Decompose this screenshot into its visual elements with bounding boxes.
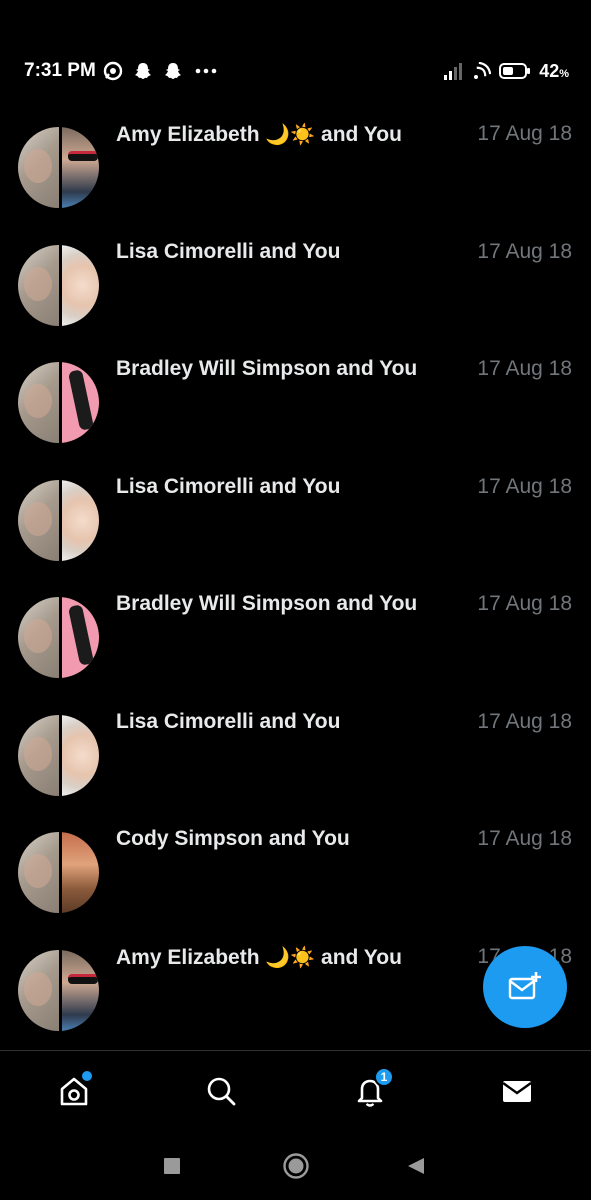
- nav-home[interactable]: [54, 1071, 94, 1111]
- group-avatar: [18, 244, 99, 326]
- conversation-name-emoji: 🌙☀️: [265, 122, 316, 146]
- home-new-dot: [82, 1071, 92, 1081]
- conversation-date: 17 Aug 18: [477, 709, 572, 733]
- conversation-row[interactable]: Bradley Will Simpson and You 17 Aug 18: [0, 345, 591, 463]
- nav-messages[interactable]: [497, 1071, 537, 1111]
- battery-percent-value: 42: [539, 60, 560, 81]
- conversation-date: 17 Aug 18: [477, 827, 572, 850]
- recents-icon: [164, 1158, 180, 1174]
- conversation-row[interactable]: Lisa Cimorelli and You 17 Aug 18: [0, 463, 591, 581]
- group-avatar: [18, 597, 99, 678]
- home-system-button[interactable]: [282, 1152, 310, 1180]
- conversation-date: 17 Aug 18: [477, 357, 572, 380]
- conversation-name-suffix: and You: [315, 945, 402, 969]
- conversation-date: 17 Aug 18: [477, 592, 572, 615]
- group-avatar: [18, 127, 99, 208]
- conversation-date: 17 Aug 18: [477, 474, 572, 498]
- new-message-icon: [508, 972, 541, 1000]
- nav-notifications[interactable]: 1: [350, 1067, 394, 1111]
- conversation-name: Bradley Will Simpson and You: [116, 357, 418, 380]
- battery-icon: [499, 63, 531, 79]
- notifications-badge: 1: [374, 1067, 394, 1087]
- conversation-name: Lisa Cimorelli and You: [116, 239, 341, 263]
- status-notification-icons: [103, 60, 219, 82]
- conversation-row[interactable]: Lisa Cimorelli and You 17 Aug 18: [0, 698, 591, 816]
- conversation-row[interactable]: Bradley Will Simpson and You 17 Aug 18: [0, 580, 591, 698]
- status-bar: 7:31 PM 42%: [0, 0, 591, 100]
- conversation-name-suffix: and You: [315, 123, 402, 146]
- bottom-nav: 1: [0, 1050, 591, 1135]
- snapchat-icon: [135, 63, 151, 79]
- conversation-date: 17 Aug 18: [477, 239, 572, 263]
- wifi-icon: [474, 62, 492, 79]
- conversation-name: Lisa Cimorelli and You: [116, 709, 341, 733]
- signal-icon: [444, 63, 463, 80]
- snapchat-icon: [165, 63, 181, 79]
- conversation-name: Cody Simpson and You: [116, 827, 350, 850]
- conversation-row[interactable]: Lisa Cimorelli and You 17 Aug 18: [0, 228, 591, 346]
- conversation-row[interactable]: Cody Simpson and You 17 Aug 18: [0, 815, 591, 933]
- back-icon: [408, 1158, 424, 1174]
- group-avatar: [18, 949, 99, 1031]
- conversation-name: Lisa Cimorelli and You: [116, 474, 341, 498]
- search-icon: [207, 1077, 236, 1106]
- group-avatar: [18, 479, 99, 561]
- conversation-name-text: Amy Elizabeth: [116, 123, 266, 146]
- conversation-name: Bradley Will Simpson and You: [116, 592, 418, 615]
- conversation-name: Amy Elizabeth 🌙☀️ and You: [116, 122, 402, 147]
- conversation-name-text: Amy Elizabeth: [116, 945, 266, 969]
- group-avatar: [18, 832, 99, 913]
- back-button[interactable]: [406, 1156, 426, 1176]
- messages-icon: [502, 1081, 532, 1102]
- conversation-name: Amy Elizabeth 🌙☀️ and You: [116, 945, 402, 970]
- group-avatar: [18, 714, 99, 796]
- group-avatar: [18, 362, 99, 443]
- home-button-icon: [283, 1153, 309, 1179]
- battery-percent: 42%: [539, 61, 569, 82]
- battery-percent-suffix: %: [559, 67, 569, 80]
- nav-search[interactable]: [201, 1071, 241, 1111]
- conversation-row[interactable]: Amy Elizabeth 🌙☀️ and You 17 Aug 18: [0, 110, 591, 228]
- system-nav: [0, 1135, 591, 1200]
- conversation-list: Amy Elizabeth 🌙☀️ and You 17 Aug 18 Lisa…: [0, 110, 591, 1050]
- more-dots-icon: [195, 68, 217, 74]
- status-system-icons: 42%: [443, 60, 569, 82]
- messenger-icon: [103, 61, 123, 81]
- conversation-name-emoji: 🌙☀️: [265, 944, 316, 969]
- status-time: 7:31 PM: [24, 60, 96, 81]
- recents-button[interactable]: [162, 1156, 182, 1176]
- conversation-date: 17 Aug 18: [477, 122, 572, 145]
- new-message-button[interactable]: [483, 946, 567, 1028]
